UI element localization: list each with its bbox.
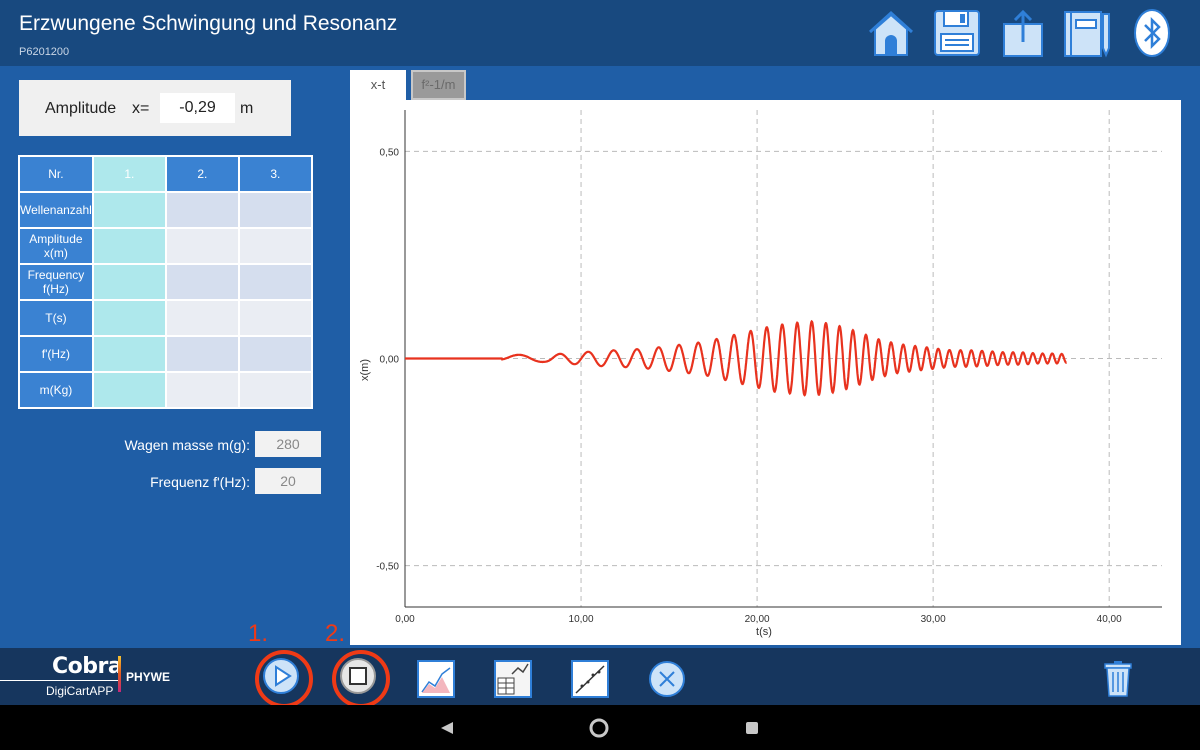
amplitude-unit: m [240,100,254,117]
home-icon[interactable] [866,8,916,58]
vendor-logo: PHYWE [126,670,171,684]
table-cell[interactable] [91,191,167,229]
play-icon[interactable] [262,657,300,695]
row-header-amplitude: Amplitude x(m) [18,227,94,265]
table-cell[interactable] [237,299,313,337]
step-2-annotation: 2. [325,620,346,647]
chart-icon[interactable] [417,660,455,698]
table-cell[interactable] [91,299,167,337]
logo-rule [0,680,118,681]
tab-x-t[interactable]: x-t [350,70,406,100]
amplitude-panel: Amplitude x= -0,29 m [19,80,291,136]
column-header-3[interactable]: 3. [237,155,313,193]
save-icon[interactable] [932,8,982,58]
table-cell[interactable] [91,227,167,265]
x-tick-label: 20,00 [745,614,770,625]
stop-icon[interactable] [339,657,377,695]
table-chart-icon[interactable] [494,660,532,698]
experiment-id: P6201200 [19,46,70,58]
row-header-period: T(s) [18,299,94,337]
table-cell[interactable] [164,371,240,409]
frequency-label: Frequenz f'(Hz): [150,474,250,490]
amplitude-value: -0,29 [160,93,235,123]
x-t-chart: 0,50 0,00 -0,50 0,00 10,00 20,00 30,00 40,00 t… [350,100,1181,645]
close-icon[interactable] [648,660,686,698]
row-header-frequency: Frequency f(Hz) [18,263,94,301]
back-icon[interactable] [440,721,454,735]
fit-line-icon[interactable] [571,660,609,698]
measurement-table: Nr. 1. 2. 3. Wellenanzahl Amplitude x(m)… [18,155,313,409]
table-corner-header: Nr. [18,155,94,193]
row-header-mass: m(Kg) [18,371,94,409]
app-header: Erzwungene Schwingung und Resonanz P6201… [0,0,1200,66]
table-cell[interactable] [237,263,313,301]
y-ticks: 0,50 0,00 -0,50 [376,147,399,572]
row-header-f-prime: f'(Hz) [18,335,94,373]
table-cell[interactable] [91,263,167,301]
column-header-1[interactable]: 1. [91,155,167,193]
cart-mass-label: Wagen masse m(g): [124,437,250,453]
x-tick-label: 0,00 [395,614,415,625]
table-cell[interactable] [164,191,240,229]
android-nav-bar [0,705,1200,750]
table-cell[interactable] [237,371,313,409]
step-1-annotation: 1. [248,620,269,647]
table-cell[interactable] [164,335,240,373]
x-tick-label: 10,00 [569,614,594,625]
bluetooth-icon[interactable] [1132,8,1172,58]
brand-name: Cobra [52,654,123,679]
table-cell[interactable] [91,335,167,373]
export-icon[interactable] [998,8,1048,58]
table-cell[interactable] [164,263,240,301]
table-cell[interactable] [237,227,313,265]
y-tick-label: 0,50 [380,147,400,158]
x-ticks: 0,00 10,00 20,00 30,00 40,00 [395,614,1122,625]
table-cell[interactable] [91,371,167,409]
chart-grid [405,110,1162,607]
amplitude-variable: x= [132,100,150,117]
home-circle-icon[interactable] [588,717,610,739]
table-cell[interactable] [164,299,240,337]
page-title: Erzwungene Schwingung und Resonanz [19,12,398,35]
table-cell[interactable] [237,335,313,373]
y-tick-label: -0,50 [376,562,399,573]
x-tick-label: 40,00 [1097,614,1122,625]
recents-icon[interactable] [745,721,759,735]
tab-f2-1-m[interactable]: f²-1/m [411,70,466,100]
trash-icon[interactable] [1102,660,1134,698]
x-tick-label: 30,00 [921,614,946,625]
x-axis-label: t(s) [756,626,772,638]
column-header-2[interactable]: 2. [164,155,240,193]
amplitude-label: Amplitude [45,100,117,117]
product-name: DigiCartAPP [46,684,114,698]
frequency-input[interactable]: 20 [255,468,321,494]
cart-mass-input[interactable]: 280 [255,431,321,457]
table-cell[interactable] [164,227,240,265]
row-header-wellenanzahl: Wellenanzahl [18,191,94,229]
table-cell[interactable] [237,191,313,229]
y-tick-label: 0,00 [380,355,400,366]
chart-svg: 0,50 0,00 -0,50 0,00 10,00 20,00 30,00 40,00 t… [359,110,1162,638]
notebook-icon[interactable] [1062,8,1112,58]
logo-color-bar [118,656,121,692]
y-axis-label: x(m) [359,359,371,381]
